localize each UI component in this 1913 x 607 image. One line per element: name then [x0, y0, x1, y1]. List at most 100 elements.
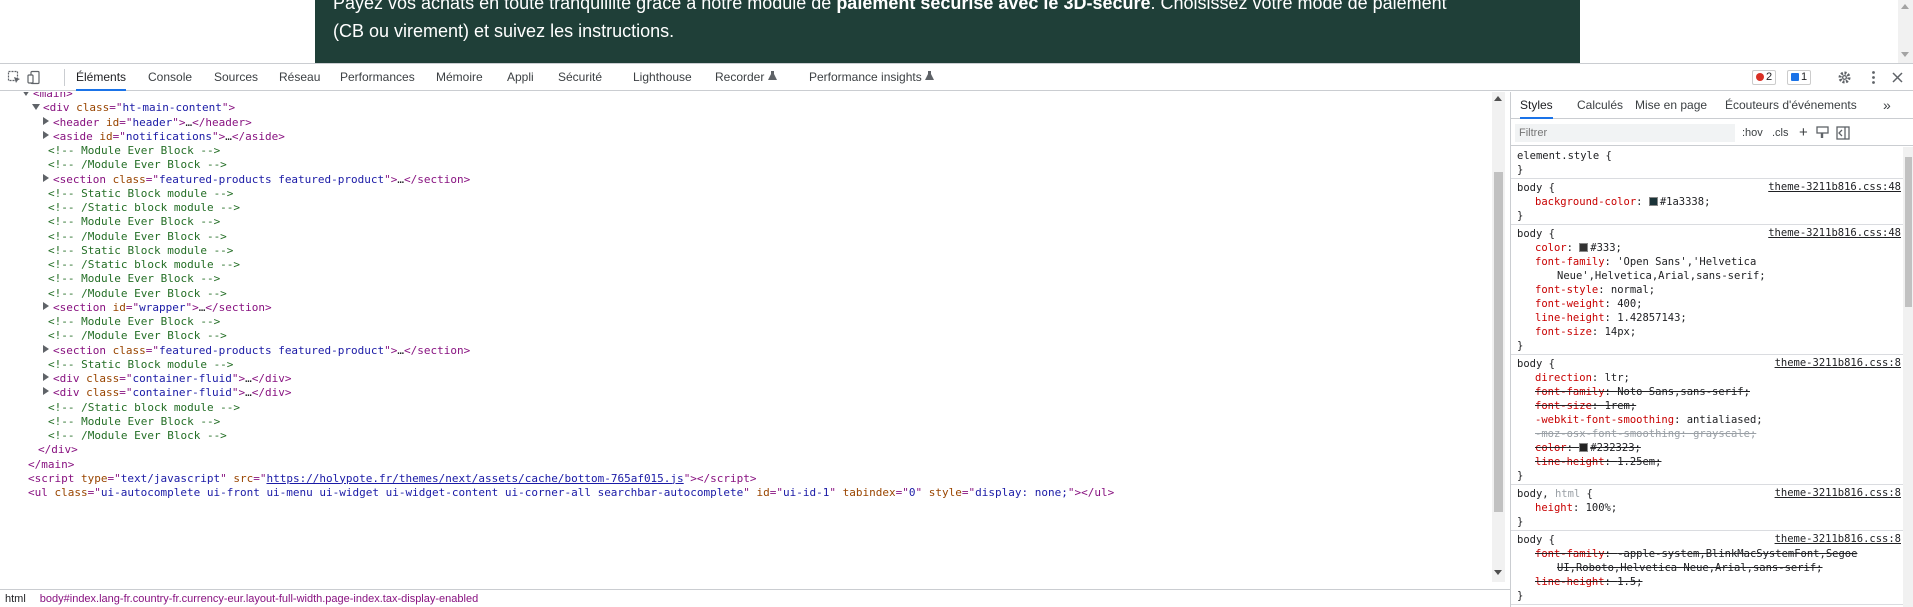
tab-separator [64, 69, 65, 86]
tab-computed[interactable]: Calculés [1577, 92, 1623, 119]
errors-badge[interactable]: 2 [1752, 70, 1777, 85]
css-declaration[interactable]: font-weight: 400; [1517, 297, 1903, 311]
css-rule[interactable]: element.style {} [1511, 147, 1903, 179]
tab-performance-insights[interactable]: Performance insights [809, 64, 935, 91]
color-swatch[interactable] [1579, 243, 1589, 252]
css-declaration[interactable]: color: #333; [1517, 241, 1903, 255]
css-rule[interactable]: body {theme-3211b816.css:8 direction: ltr… [1511, 355, 1903, 485]
banner-line-1: Payez vos achats en toute tranquillité g… [333, 0, 1562, 17]
css-selector[interactable]: element.style { [1517, 149, 1903, 163]
dom-node-row[interactable]: <ul class="ui-autocomplete ui-front ui-m… [28, 484, 1114, 501]
css-declaration[interactable]: height: 100%; [1517, 501, 1903, 515]
device-toolbar-icon[interactable] [27, 70, 42, 85]
collapse-triangle-icon[interactable] [43, 301, 49, 310]
scroll-up-icon[interactable] [1901, 4, 1909, 9]
messages-badge[interactable]: 1 [1787, 70, 1812, 85]
tab-elements[interactable]: Éléments [76, 64, 127, 91]
css-declaration[interactable]: line-height: 1.25em; [1517, 455, 1903, 469]
devtools-tabbar: Éléments Console Sources Réseau Performa… [0, 64, 1913, 91]
gear-icon[interactable] [1837, 70, 1852, 85]
collapse-triangle-icon[interactable] [43, 373, 49, 381]
css-source-link[interactable]: theme-3211b816.css:8 [1775, 533, 1901, 545]
css-rule[interactable]: body {theme-3211b816.css:8 font-family: -… [1511, 531, 1903, 605]
css-declaration[interactable]: -webkit-font-smoothing: antialiased; [1517, 413, 1903, 427]
css-declaration[interactable]: font-style: normal; [1517, 283, 1903, 297]
tab-event-listeners[interactable]: Écouteurs d'événements [1725, 92, 1857, 119]
css-declaration[interactable]: UI,Roboto,Helvetica Neue,Arial,sans-seri… [1517, 561, 1903, 575]
scroll-up-icon[interactable] [1494, 96, 1502, 101]
breadcrumb-html[interactable]: html [5, 593, 26, 605]
errors-count: 2 [1766, 71, 1773, 83]
kebab-menu-icon[interactable] [1866, 70, 1881, 85]
collapse-triangle-icon[interactable] [43, 130, 49, 139]
tab-layout[interactable]: Mise en page [1635, 92, 1707, 119]
tab-application[interactable]: Appli [507, 64, 534, 91]
expand-triangle-icon[interactable] [32, 104, 40, 111]
css-declaration[interactable]: direction: ltr; [1517, 371, 1903, 385]
collapse-triangle-icon[interactable] [43, 173, 49, 182]
dom-tree: <main> <div class="ht-main-content"> <head… [0, 92, 1490, 582]
css-declaration[interactable]: color: #232323; [1517, 441, 1903, 455]
page-scrollbar[interactable] [1898, 0, 1913, 63]
css-source-link[interactable]: theme-3211b816.css:8 [1775, 487, 1901, 499]
tab-sources[interactable]: Sources [214, 64, 258, 91]
css-declaration[interactable]: font-family: 'Open Sans','Helvetica [1517, 255, 1903, 269]
css-source-link[interactable]: theme-3211b816.css:48 [1768, 227, 1901, 239]
css-rule[interactable]: body, html {theme-3211b816.css:8 height: … [1511, 485, 1903, 531]
css-declaration[interactable]: Neue',Helvetica,Arial,sans-serif; [1517, 269, 1903, 283]
tab-network[interactable]: Réseau [279, 64, 320, 91]
styles-filter-bar: :hov .cls + [1511, 120, 1913, 146]
tab-memory[interactable]: Mémoire [436, 64, 483, 91]
css-source-link[interactable]: theme-3211b816.css:48 [1768, 181, 1901, 193]
css-declaration[interactable]: font-family: Noto Sans,sans-serif; [1517, 385, 1903, 399]
close-icon[interactable] [1890, 70, 1905, 85]
collapse-triangle-icon[interactable] [43, 387, 49, 396]
css-declaration[interactable]: font-family: -apple-system,BlinkMacSyste… [1517, 547, 1903, 561]
tab-performance-insights-label: Performance insights [809, 70, 922, 84]
hover-state-toggle[interactable]: :hov [1742, 125, 1763, 141]
collapse-triangle-icon[interactable] [43, 344, 49, 353]
more-tabs-icon[interactable]: » [1883, 92, 1891, 119]
breadcrumb-body[interactable]: body#index.lang-fr.country-fr.currency-e… [40, 593, 478, 605]
error-icon [1756, 73, 1764, 81]
tab-lighthouse[interactable]: Lighthouse [633, 64, 692, 91]
css-declaration[interactable]: background-color: #1a3338; [1517, 195, 1903, 209]
flask-icon [925, 71, 935, 80]
dom-tree-scrollbar[interactable] [1492, 92, 1505, 582]
scrollbar-thumb[interactable] [1905, 157, 1912, 307]
css-declaration[interactable]: font-size: 1rem; [1517, 399, 1903, 413]
css-declaration[interactable]: font-size: 14px; [1517, 325, 1903, 339]
color-swatch[interactable] [1579, 443, 1589, 452]
payment-banner: Payez vos achats en toute tranquillité g… [315, 0, 1580, 63]
tab-recorder[interactable]: Recorder [715, 64, 777, 91]
css-rule[interactable]: body {theme-3211b816.css:48 background-co… [1511, 179, 1903, 225]
banner-bold-text: paiement sécurisé avec le 3D-secure [836, 0, 1151, 13]
css-declaration[interactable]: -moz-osx-font-smoothing: grayscale; [1517, 427, 1903, 441]
class-toggle[interactable]: .cls [1772, 125, 1789, 141]
css-declaration[interactable]: line-height: 1.5; [1517, 575, 1903, 589]
styles-filter-input[interactable] [1515, 124, 1735, 142]
page-viewport: Payez vos achats en toute tranquillité g… [0, 0, 1913, 63]
new-rule-button[interactable]: + [1799, 125, 1808, 141]
tab-security[interactable]: Sécurité [558, 64, 602, 91]
messages-count: 1 [1801, 71, 1808, 83]
devtools-panel: Éléments Console Sources Réseau Performa… [0, 63, 1913, 607]
tab-performance[interactable]: Performances [340, 64, 415, 91]
scroll-down-icon[interactable] [1901, 52, 1909, 57]
inspect-icon[interactable] [7, 70, 22, 85]
tab-console[interactable]: Console [148, 64, 192, 91]
collapse-triangle-icon[interactable] [43, 116, 49, 125]
color-swatch[interactable] [1648, 197, 1658, 206]
styles-subtabs: Styles Calculés Mise en page Écouteurs d… [1511, 92, 1913, 119]
styles-scrollbar[interactable] [1903, 147, 1913, 607]
scrollbar-thumb[interactable] [1494, 172, 1503, 512]
expand-triangle-icon[interactable] [22, 92, 30, 96]
paint-icon[interactable] [1816, 126, 1830, 140]
style-rules-list: element.style {} body {theme-3211b816.css… [1511, 147, 1903, 605]
tab-styles[interactable]: Styles [1520, 92, 1553, 119]
css-source-link[interactable]: theme-3211b816.css:8 [1775, 357, 1901, 369]
sidebar-toggle-icon[interactable] [1836, 126, 1850, 140]
scroll-down-icon[interactable] [1494, 570, 1502, 575]
css-rule[interactable]: body {theme-3211b816.css:48 color: #333; f… [1511, 225, 1903, 355]
css-declaration[interactable]: line-height: 1.42857143; [1517, 311, 1903, 325]
